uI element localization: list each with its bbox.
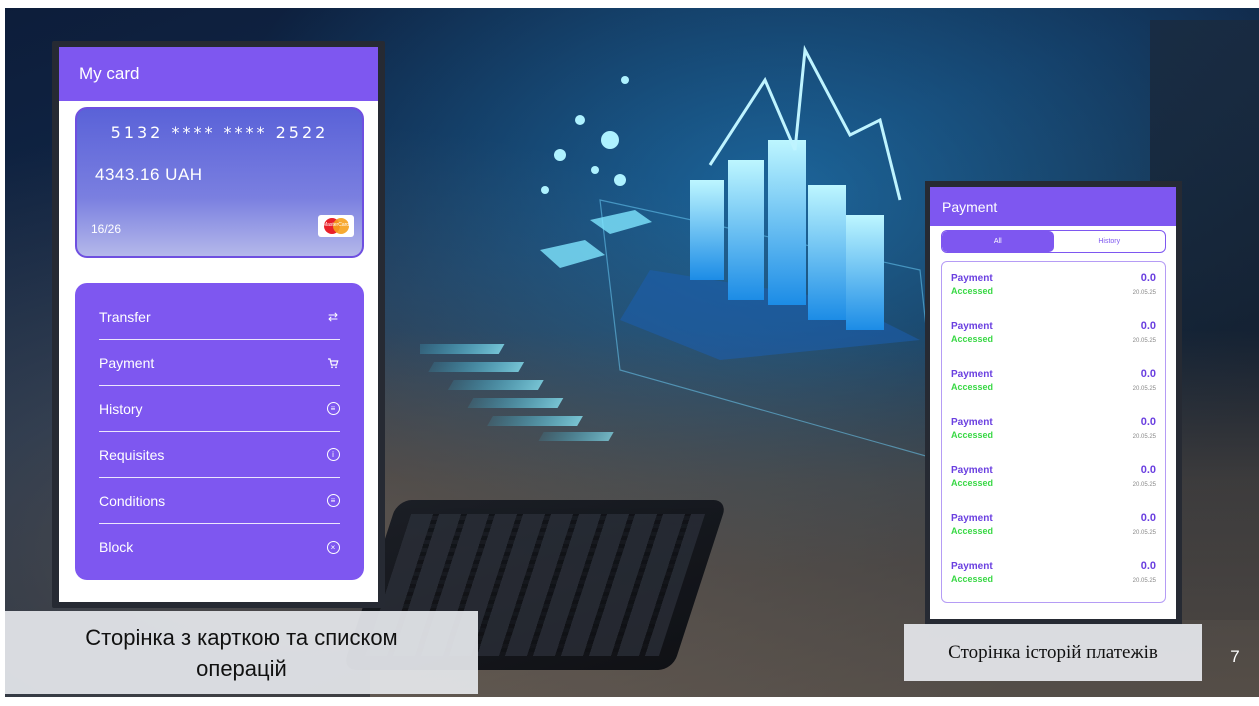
payment-app-bar-title: Payment bbox=[942, 198, 998, 215]
holo-bar-2 bbox=[728, 160, 764, 300]
payment-date: 20.05.25 bbox=[1132, 290, 1156, 296]
payment-amount: 0.0 bbox=[1140, 464, 1156, 476]
operations-menu: Transfer ⇄ Payment History ≡ Requisites … bbox=[75, 283, 364, 580]
payment-app-bar: Payment bbox=[930, 187, 1176, 226]
menu-item-label: Requisites bbox=[99, 446, 165, 463]
hologram-svg bbox=[261, 44, 941, 461]
menu-item-transfer[interactable]: Transfer ⇄ bbox=[99, 294, 340, 340]
payment-title: Payment bbox=[951, 561, 993, 572]
bank-card[interactable]: 5132 **** **** 2522 4343.16 UAH 16/26 Ma… bbox=[75, 107, 364, 258]
menu-item-requisites[interactable]: Requisites i bbox=[99, 432, 340, 478]
payment-status: Accessed bbox=[951, 382, 994, 392]
caption-card-page: Сторінка з карткою та списком операцій bbox=[5, 611, 478, 694]
holo-bar-3 bbox=[768, 140, 806, 305]
payment-title: Payment bbox=[951, 465, 993, 476]
payment-status: Accessed bbox=[951, 478, 994, 488]
app-bar-title: My card bbox=[79, 64, 140, 83]
payment-amount: 0.0 bbox=[1140, 416, 1156, 428]
payment-title: Payment bbox=[951, 273, 993, 284]
menu-item-payment[interactable]: Payment bbox=[99, 340, 340, 386]
payment-row[interactable]: Payment Accessed 0.0 20.05.25 bbox=[951, 362, 1156, 402]
mastercard-logo-text: MasterCard bbox=[322, 222, 350, 228]
menu-item-label: Conditions bbox=[99, 492, 166, 509]
payment-title: Payment bbox=[951, 369, 993, 380]
card-balance: 4343.16 UAH bbox=[95, 165, 203, 184]
payment-date: 20.05.25 bbox=[1132, 434, 1156, 440]
payment-amount: 0.0 bbox=[1140, 320, 1156, 332]
tab-history[interactable]: History bbox=[1054, 231, 1166, 252]
menu-item-label: Payment bbox=[99, 354, 155, 371]
payment-title: Payment bbox=[951, 417, 993, 428]
slide-bottom-border bbox=[0, 697, 1259, 706]
holo-bar-5 bbox=[846, 215, 884, 330]
payment-history-screen: Payment All History Payment Accessed 0.0… bbox=[930, 187, 1176, 619]
payment-status: Accessed bbox=[951, 526, 994, 536]
my-card-screen: My card 5132 **** **** 2522 4343.16 UAH … bbox=[59, 47, 378, 602]
holo-bar-1 bbox=[690, 180, 724, 280]
payment-date: 20.05.25 bbox=[1132, 386, 1156, 392]
caption-payment-history-text: Сторінка історій платежів bbox=[948, 641, 1158, 663]
holo-tile-2 bbox=[590, 210, 652, 234]
payment-row[interactable]: Payment Accessed 0.0 20.05.25 bbox=[951, 506, 1156, 546]
mastercard-logo: MasterCard bbox=[318, 215, 354, 237]
info-icon: i bbox=[326, 448, 340, 462]
cart-icon bbox=[326, 356, 340, 370]
menu-item-history[interactable]: History ≡ bbox=[99, 386, 340, 432]
card-expiry: 16/26 bbox=[91, 222, 122, 236]
payment-title: Payment bbox=[951, 321, 993, 332]
document-icon: ≡ bbox=[326, 402, 340, 416]
slide-top-border bbox=[0, 0, 1259, 8]
my-card-app-bar: My card bbox=[59, 47, 378, 101]
payment-row[interactable]: Payment Accessed 0.0 20.05.25 bbox=[951, 458, 1156, 498]
payment-row[interactable]: Payment Accessed 0.0 20.05.25 bbox=[951, 410, 1156, 450]
tab-all[interactable]: All bbox=[942, 231, 1054, 252]
payment-status: Accessed bbox=[951, 574, 994, 584]
presentation-slide: My card 5132 **** **** 2522 4343.16 UAH … bbox=[0, 0, 1259, 706]
payment-row[interactable]: Payment Accessed 0.0 20.05.25 bbox=[951, 554, 1156, 594]
menu-item-label: Block bbox=[99, 539, 134, 555]
payment-status: Accessed bbox=[951, 286, 994, 296]
caption-payment-history-page: Сторінка історій платежів bbox=[904, 624, 1202, 681]
payment-date: 20.05.25 bbox=[1132, 338, 1156, 344]
payment-list: Payment Accessed 0.0 20.05.25 Payment Ac… bbox=[941, 261, 1166, 603]
payment-date: 20.05.25 bbox=[1132, 482, 1156, 488]
my-card-phone: My card 5132 **** **** 2522 4343.16 UAH … bbox=[52, 41, 385, 608]
menu-item-label: History bbox=[99, 400, 143, 417]
caption-card-page-line-2: операцій bbox=[196, 655, 287, 681]
payment-amount: 0.0 bbox=[1140, 272, 1156, 284]
menu-item-label: Transfer bbox=[99, 308, 151, 325]
caption-card-page-line-1: Сторінка з карткою та списком bbox=[85, 624, 398, 650]
slide-page-number: 7 bbox=[1230, 647, 1240, 666]
payment-tabs: All History bbox=[941, 230, 1166, 253]
payment-status: Accessed bbox=[951, 430, 994, 440]
payment-date: 20.05.25 bbox=[1132, 578, 1156, 584]
card-number: 5132 **** **** 2522 bbox=[110, 123, 329, 142]
menu-item-block[interactable]: Block × bbox=[99, 524, 340, 570]
swap-arrows-icon: ⇄ bbox=[327, 309, 339, 324]
hologram-chart-illustration bbox=[261, 40, 941, 480]
menu-item-conditions[interactable]: Conditions ≡ bbox=[99, 478, 340, 524]
payment-row[interactable]: Payment Accessed 0.0 20.05.25 bbox=[951, 314, 1156, 354]
holo-tile-1 bbox=[540, 240, 605, 268]
document-icon: ≡ bbox=[326, 494, 340, 508]
holo-bar-4 bbox=[808, 185, 846, 320]
slide-left-border bbox=[0, 0, 5, 706]
close-circle-icon: × bbox=[326, 540, 340, 554]
payment-status: Accessed bbox=[951, 334, 994, 344]
payment-title: Payment bbox=[951, 513, 993, 524]
payment-row[interactable]: Payment Accessed 0.0 20.05.25 bbox=[951, 266, 1156, 306]
payment-amount: 0.0 bbox=[1140, 368, 1156, 380]
payment-history-phone: Payment All History Payment Accessed 0.0… bbox=[925, 181, 1182, 625]
payment-amount: 0.0 bbox=[1140, 512, 1156, 524]
payment-date: 20.05.25 bbox=[1132, 530, 1156, 536]
payment-amount: 0.0 bbox=[1140, 560, 1156, 572]
